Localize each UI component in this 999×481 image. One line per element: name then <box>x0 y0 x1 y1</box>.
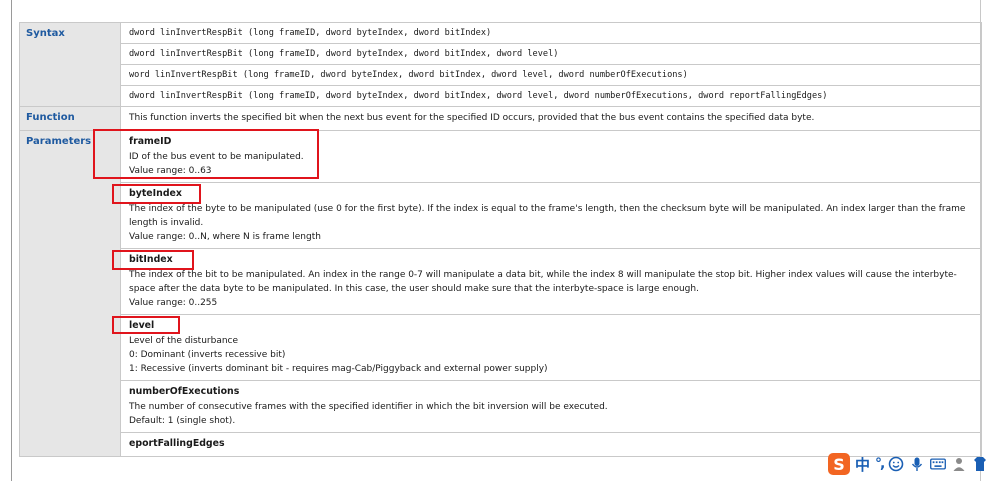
ime-logo-icon[interactable]: S <box>828 453 850 475</box>
param-numberofexecutions-default: Default: 1 (single shot). <box>129 416 236 426</box>
syntax-line-3: word linInvertRespBit (long frameID, dwo… <box>129 70 688 80</box>
page-left-border <box>11 0 12 481</box>
ime-language-toggle[interactable]: 中 <box>855 454 870 475</box>
syntax-line-1: dword linInvertRespBit (long frameID, dw… <box>129 28 492 38</box>
param-level: level Level of the disturbance 0: Domina… <box>112 315 981 380</box>
parameters-label: Parameters <box>19 130 121 457</box>
shirt-icon[interactable] <box>972 456 988 472</box>
param-frameid-name: frameID <box>129 136 172 147</box>
param-bitindex: bitIndex The index of the bit to be mani… <box>112 249 981 314</box>
param-byteindex-name: byteIndex <box>129 188 182 199</box>
param-bitindex-desc: The index of the bit to be manipulated. … <box>129 270 957 294</box>
param-bitindex-name: bitIndex <box>129 254 173 265</box>
param-level-desc: Level of the disturbance <box>129 336 239 346</box>
param-bitindex-range: Value range: 0..255 <box>129 298 218 308</box>
function-label: Function <box>19 106 121 131</box>
ime-punctuation-toggle[interactable]: °, <box>875 456 885 472</box>
syntax-label: Syntax <box>19 22 121 107</box>
user-icon[interactable] <box>951 456 967 472</box>
param-byteindex: byteIndex The index of the byte to be ma… <box>112 183 981 248</box>
smiley-icon[interactable] <box>888 456 904 472</box>
param-byteindex-range: Value range: 0..N, where N is frame leng… <box>129 232 321 242</box>
param-numberofexecutions: numberOfExecutions The number of consecu… <box>121 381 981 432</box>
function-description: This function inverts the specified bit … <box>129 113 815 123</box>
param-level-option-1: 1: Recessive (inverts dominant bit - req… <box>129 364 548 374</box>
ime-toolbar[interactable]: S 中 °, <box>828 452 999 476</box>
param-numberofexecutions-name: numberOfExecutions <box>129 386 240 397</box>
keyboard-icon[interactable] <box>930 456 947 472</box>
param-level-name: level <box>129 320 155 331</box>
param-level-option-0: 0: Dominant (inverts recessive bit) <box>129 350 286 360</box>
param-numberofexecutions-desc: The number of consecutive frames with th… <box>129 402 608 412</box>
param-byteindex-desc: The index of the byte to be manipulated … <box>129 204 966 228</box>
param-reportfallingedges-name: eportFallingEdges <box>129 438 225 449</box>
param-frameid-range: Value range: 0..63 <box>129 166 212 176</box>
function-reference-table: Syntax dword linInvertRespBit (long fram… <box>19 22 982 457</box>
param-frameid: frameID ID of the bus event to be manipu… <box>93 129 981 182</box>
param-frameid-desc: ID of the bus event to be manipulated. <box>129 152 304 162</box>
syntax-line-2: dword linInvertRespBit (long frameID, dw… <box>129 49 559 59</box>
syntax-line-4: dword linInvertRespBit (long frameID, dw… <box>129 91 828 101</box>
microphone-icon[interactable] <box>909 456 925 472</box>
